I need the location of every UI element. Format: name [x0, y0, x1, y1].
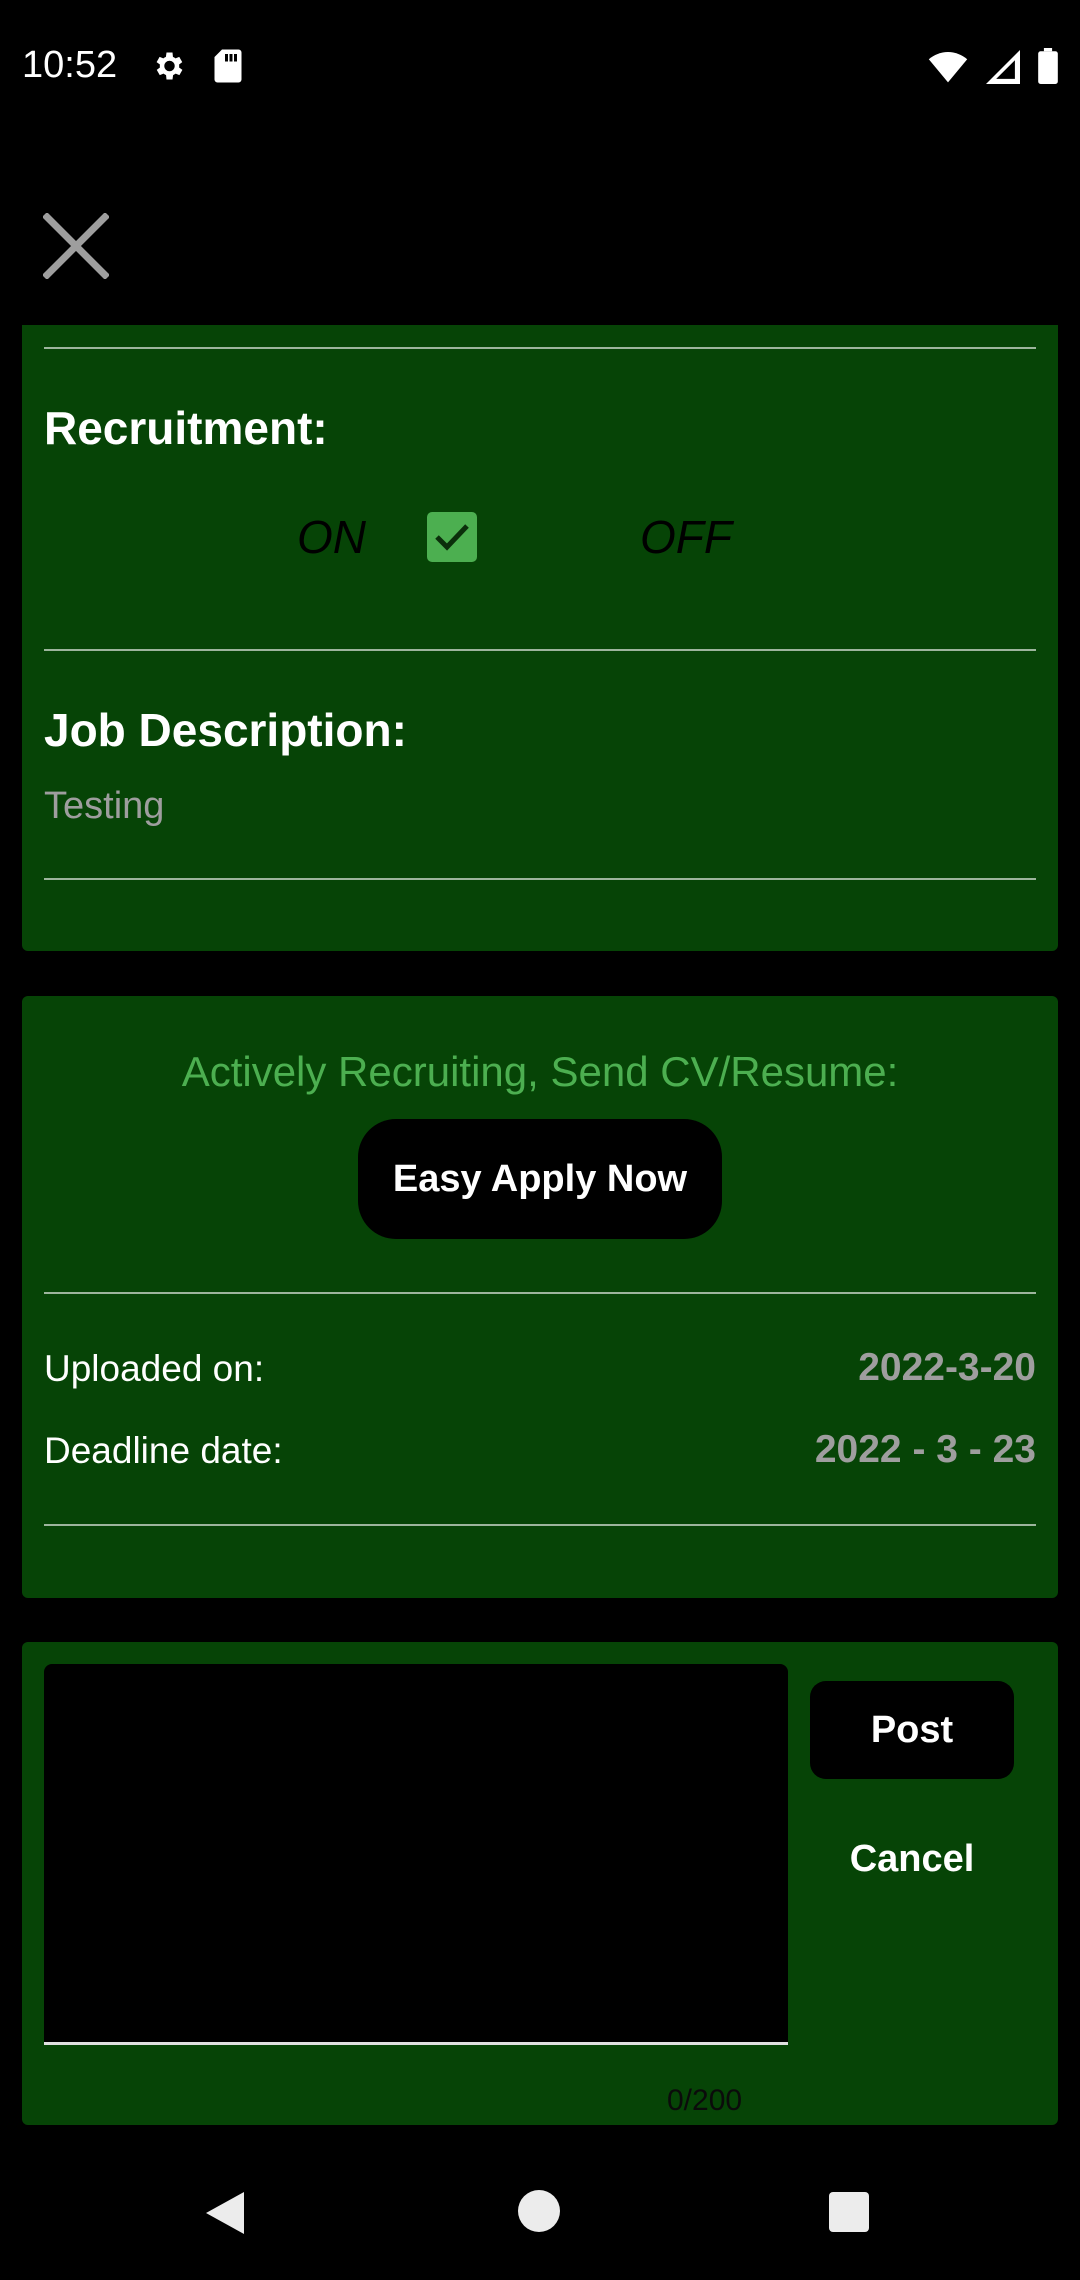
divider — [44, 878, 1036, 880]
recruitment-checkbox[interactable] — [427, 512, 477, 562]
recruitment-on-label: ON — [297, 511, 366, 563]
easy-apply-button[interactable]: Easy Apply Now — [358, 1119, 722, 1239]
recruitment-heading: Recruitment: — [44, 402, 328, 454]
deadline-date: 2022 - 3 - 23 — [814, 1428, 1036, 1471]
gear-icon — [150, 48, 186, 89]
status-right-icons — [928, 48, 1058, 89]
uploaded-date: 2022-3-20 — [858, 1346, 1036, 1389]
status-time: 10:52 — [22, 44, 118, 86]
recruiting-message: Actively Recruiting, Send CV/Resume: — [181, 1048, 899, 1095]
sd-card-icon — [212, 48, 244, 89]
back-icon[interactable] — [204, 2190, 246, 2241]
wifi-icon — [928, 52, 968, 89]
comment-card: 0/200 Post Cancel — [22, 1642, 1058, 2125]
divider — [44, 649, 1036, 651]
character-counter: 0/200 — [667, 2084, 743, 2117]
uploaded-label: Uploaded on: — [44, 1348, 265, 1389]
recents-icon[interactable] — [829, 2192, 869, 2232]
job-description-text: Testing — [44, 785, 165, 827]
apply-card: Actively Recruiting, Send CV/Resume: Eas… — [22, 996, 1058, 1598]
divider — [44, 347, 1036, 349]
recruitment-off-label: OFF — [640, 511, 732, 563]
status-left-icons — [150, 48, 244, 89]
signal-icon — [986, 50, 1020, 89]
divider — [44, 1524, 1036, 1526]
status-bar: 10:52 — [0, 0, 1080, 134]
close-icon — [42, 211, 110, 284]
close-button[interactable] — [40, 211, 112, 284]
comment-input[interactable] — [44, 1664, 788, 2045]
cancel-button[interactable]: Cancel — [810, 1814, 1014, 1904]
job-description-heading: Job Description: — [44, 704, 407, 756]
divider — [44, 1292, 1036, 1294]
battery-icon — [1038, 48, 1058, 89]
home-icon[interactable] — [518, 2190, 560, 2232]
job-details-card: Recruitment: ON OFF Job Description: Tes… — [22, 325, 1058, 951]
post-button[interactable]: Post — [810, 1681, 1014, 1779]
navigation-bar — [0, 2140, 1080, 2280]
deadline-label: Deadline date: — [44, 1430, 283, 1471]
